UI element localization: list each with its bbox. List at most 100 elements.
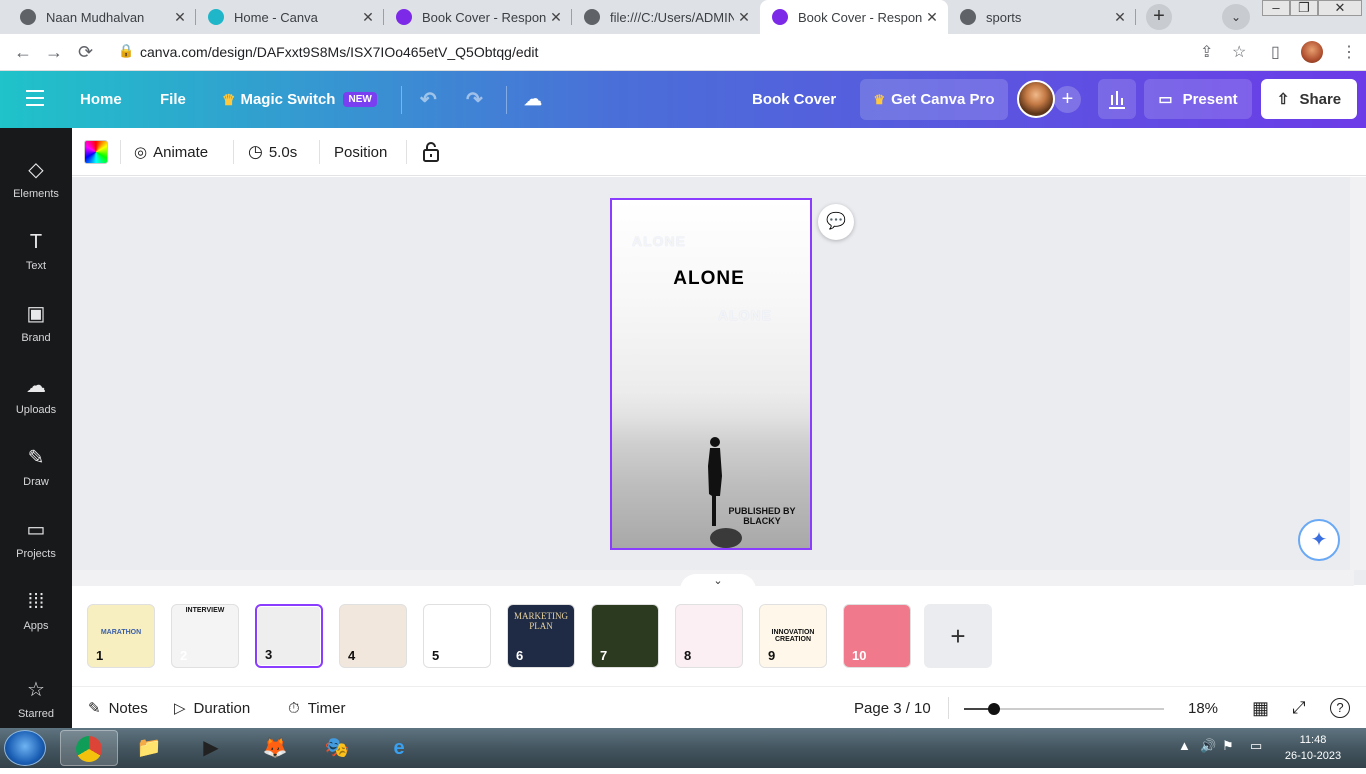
profile-avatar[interactable]: [1301, 41, 1323, 63]
collapse-pages-chevron-icon[interactable]: ⌄: [680, 574, 756, 590]
ghost-title-text[interactable]: ALONE: [718, 307, 772, 323]
reload-icon[interactable]: ⟳: [78, 42, 93, 63]
lock-icon[interactable]: [422, 128, 440, 176]
file-explorer-taskbar-icon[interactable]: 📁: [120, 730, 178, 766]
page-thumbnail[interactable]: 5: [423, 604, 491, 668]
rail-item-elements[interactable]: ◇ Elements: [0, 142, 72, 212]
user-avatar[interactable]: [1017, 80, 1055, 118]
browser-tab[interactable]: Naan Mudhalvan ✕: [8, 0, 196, 34]
design-page[interactable]: ALONE ALONE ALONE PUBLISHED BY BLACKY: [610, 198, 812, 550]
media-player-taskbar-icon[interactable]: ▶: [182, 730, 240, 766]
page-thumbnail[interactable]: INTERVIEW 2: [171, 604, 239, 668]
zoom-slider[interactable]: [964, 703, 1164, 715]
windows-start-button[interactable]: [4, 730, 46, 766]
animate-button[interactable]: ◎ Animate: [134, 128, 208, 176]
magic-switch-button[interactable]: ♛ Magic Switch NEW: [222, 71, 377, 128]
page-thumbnail[interactable]: MARATHON 1: [87, 604, 155, 668]
rail-item-starred[interactable]: ☆ Starred: [0, 662, 72, 732]
back-icon[interactable]: ←: [14, 42, 32, 63]
undo-icon[interactable]: ↶: [420, 71, 437, 128]
action-center-icon[interactable]: ▭: [1250, 738, 1262, 754]
timer-label: Timer: [307, 699, 346, 717]
page-indicator[interactable]: Page 3 / 10: [854, 687, 931, 729]
book-title[interactable]: ALONE: [624, 268, 794, 290]
rail-item-apps[interactable]: ⁞⁞⁞ Apps: [0, 574, 72, 644]
browser-tab[interactable]: file:///C:/Users/ADMIN/✕: [572, 0, 760, 34]
close-tab-icon[interactable]: ✕: [1110, 9, 1130, 26]
tray-expand-icon[interactable]: ▲: [1178, 738, 1191, 753]
volume-icon[interactable]: 🔊: [1200, 738, 1216, 754]
taskbar-clock[interactable]: 11:48 26-10-2023: [1276, 732, 1350, 764]
thumbnail-number: 8: [684, 648, 692, 663]
network-icon[interactable]: ⚑: [1222, 738, 1234, 754]
side-panel-icon[interactable]: ▯: [1271, 42, 1280, 62]
page-thumbnail[interactable]: INNOVATION CREATION 9: [759, 604, 827, 668]
add-page-button[interactable]: +: [924, 604, 992, 668]
cloud-saved-icon[interactable]: ☁: [524, 71, 542, 128]
close-tab-icon[interactable]: ✕: [358, 9, 378, 26]
close-tab-icon[interactable]: ✕: [170, 9, 190, 26]
invite-collaborator-button[interactable]: +: [1054, 86, 1081, 113]
rail-item-brand[interactable]: ▣ Brand: [0, 286, 72, 356]
minimize-window-button[interactable]: –: [1262, 0, 1290, 16]
rail-item-projects[interactable]: ▭ Projects: [0, 502, 72, 572]
bookmark-star-icon[interactable]: ☆: [1232, 42, 1246, 62]
internet-explorer-taskbar-icon[interactable]: e: [370, 730, 428, 766]
magic-assistant-icon[interactable]: ✦: [1298, 519, 1340, 561]
vertical-scrollbar[interactable]: [1350, 177, 1366, 570]
duration-button[interactable]: ◷ 5.0s: [248, 128, 297, 176]
color-picker-swatch[interactable]: [84, 140, 108, 164]
insights-button[interactable]: [1098, 79, 1136, 119]
page-thumbnail[interactable]: MARKETING PLAN 6: [507, 604, 575, 668]
help-icon[interactable]: ?: [1330, 687, 1350, 729]
share-page-icon[interactable]: ⇪: [1200, 42, 1213, 62]
home-button[interactable]: Home: [80, 71, 122, 128]
fullscreen-icon[interactable]: ⤢: [1292, 687, 1306, 729]
firefox-taskbar-icon[interactable]: 🦊: [246, 730, 304, 766]
add-comment-icon[interactable]: 💬: [818, 204, 854, 240]
browser-menu-icon[interactable]: ⋮: [1341, 42, 1357, 62]
share-button[interactable]: ⇧ Share: [1261, 79, 1357, 119]
maximize-window-button[interactable]: ❐: [1290, 0, 1318, 16]
browser-tab[interactable]: Home - Canva ✕: [196, 0, 384, 34]
present-button[interactable]: ▭ Present: [1144, 79, 1252, 119]
tab-search-dropdown[interactable]: ⌄: [1222, 4, 1250, 30]
lock-icon[interactable]: 🔒: [118, 43, 134, 59]
duration-label: 5.0s: [268, 143, 298, 161]
duration-footer-button[interactable]: ▷ Duration: [174, 687, 250, 729]
zoom-slider-knob[interactable]: [988, 703, 1000, 715]
rail-item-draw[interactable]: ✎ Draw: [0, 430, 72, 500]
get-canva-pro-button[interactable]: ♛ Get Canva Pro: [860, 79, 1008, 120]
url-field[interactable]: canva.com/design/DAFxxt9S8Ms/ISX7IOo465e…: [140, 44, 538, 60]
browser-tab[interactable]: Book Cover - Responsiv✕: [384, 0, 572, 34]
new-tab-button[interactable]: +: [1146, 4, 1172, 30]
close-tab-icon[interactable]: ✕: [546, 9, 566, 26]
design-title[interactable]: Book Cover: [752, 71, 836, 128]
browser-tab[interactable]: Book Cover - Responsiv✕: [760, 0, 948, 34]
notes-button[interactable]: ✎ Notes: [88, 687, 148, 729]
browser-tab[interactable]: sports ✕: [948, 0, 1136, 34]
close-tab-icon[interactable]: ✕: [922, 9, 942, 26]
page-thumbnail[interactable]: 8: [675, 604, 743, 668]
chrome-taskbar-icon[interactable]: [60, 730, 118, 766]
page-thumbnail[interactable]: 7: [591, 604, 659, 668]
mask-app-taskbar-icon[interactable]: 🎭: [308, 730, 366, 766]
redo-icon[interactable]: ↷: [466, 71, 483, 128]
hamburger-menu-icon[interactable]: [26, 90, 44, 106]
grid-view-icon[interactable]: ▦: [1252, 687, 1269, 729]
page-thumbnail[interactable]: 3: [255, 604, 323, 668]
page-thumbnail[interactable]: 10: [843, 604, 911, 668]
close-window-button[interactable]: ✕: [1318, 0, 1362, 16]
timer-button[interactable]: ⏱ Timer: [288, 687, 345, 729]
ghost-title-text[interactable]: ALONE: [632, 233, 686, 249]
zoom-level[interactable]: 18%: [1188, 687, 1218, 729]
forward-icon[interactable]: →: [45, 42, 63, 63]
file-menu-button[interactable]: File: [160, 71, 186, 128]
rail-item-uploads[interactable]: ☁ Uploads: [0, 358, 72, 428]
close-tab-icon[interactable]: ✕: [734, 9, 754, 26]
rail-item-text[interactable]: T Text: [0, 214, 72, 284]
published-by-text[interactable]: PUBLISHED BY BLACKY: [722, 506, 802, 526]
position-button[interactable]: Position: [334, 128, 387, 176]
bar-chart-icon: [1109, 91, 1125, 109]
page-thumbnail[interactable]: 4: [339, 604, 407, 668]
